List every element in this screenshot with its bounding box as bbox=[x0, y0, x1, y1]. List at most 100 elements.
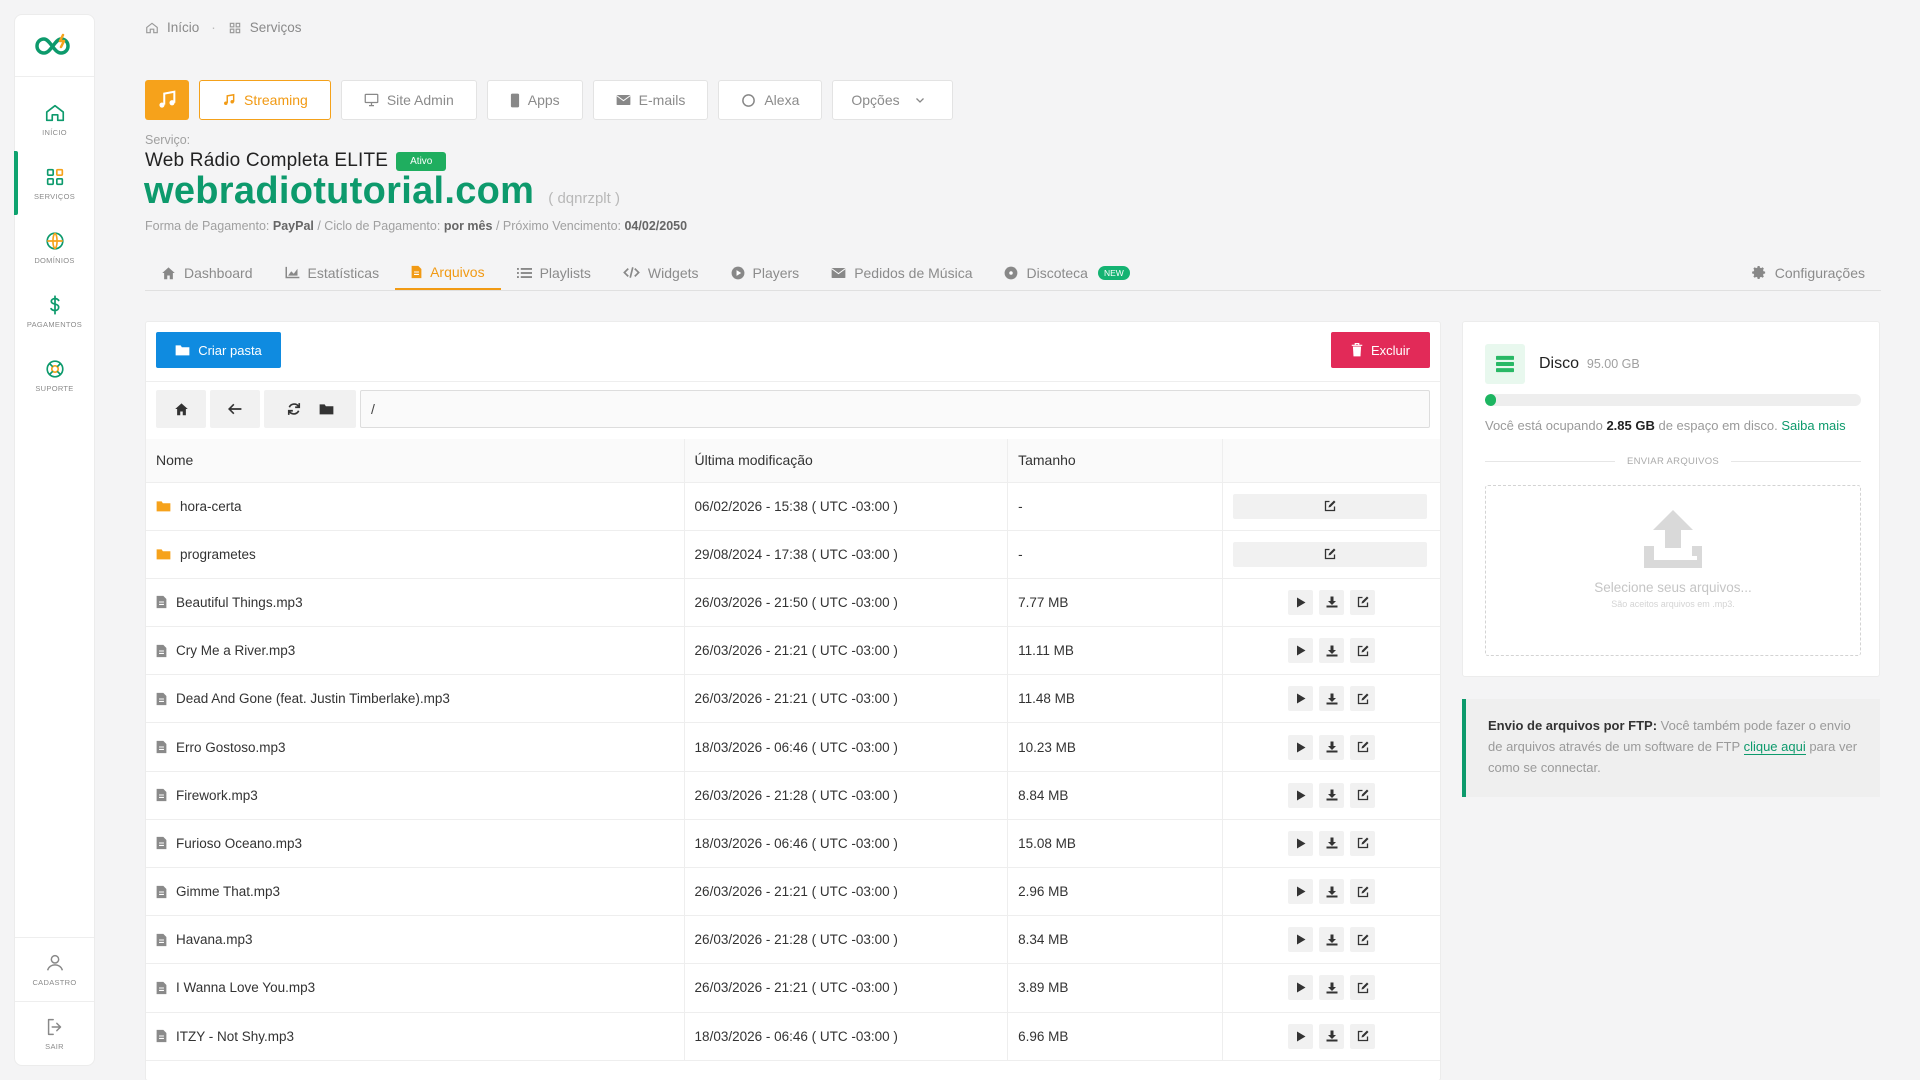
delete-button[interactable]: Excluir bbox=[1331, 332, 1430, 368]
table-row[interactable]: Havana.mp3 26/03/2026 - 21:28 ( UTC -03:0… bbox=[146, 915, 1440, 965]
play-button[interactable] bbox=[1288, 830, 1314, 856]
home-folder-button[interactable] bbox=[156, 390, 206, 428]
file-name-cell[interactable]: Havana.mp3 bbox=[146, 915, 685, 965]
refresh-icon[interactable] bbox=[287, 402, 301, 416]
edit-button[interactable] bbox=[1350, 734, 1376, 760]
back-button[interactable] bbox=[210, 390, 260, 428]
play-button[interactable] bbox=[1288, 927, 1314, 953]
file-name-cell[interactable]: Beautiful Things.mp3 bbox=[146, 578, 685, 628]
edit-button[interactable] bbox=[1350, 975, 1376, 1001]
play-button[interactable] bbox=[1288, 879, 1314, 905]
streaming-button[interactable]: Streaming bbox=[199, 80, 331, 120]
play-button[interactable] bbox=[1288, 638, 1314, 664]
file-name-cell[interactable]: Furioso Oceano.mp3 bbox=[146, 819, 685, 869]
create-folder-button[interactable]: Criar pasta bbox=[156, 332, 281, 368]
breadcrumb-home[interactable]: Início bbox=[167, 20, 199, 35]
emails-button[interactable]: E-mails bbox=[592, 80, 709, 120]
play-button[interactable] bbox=[1288, 975, 1314, 1001]
sidebar-item-label: SAIR bbox=[45, 1042, 64, 1051]
table-row[interactable]: ITZY - Not Shy.mp3 18/03/2026 - 06:46 ( U… bbox=[146, 1012, 1440, 1061]
file-name-cell[interactable]: hora-certa bbox=[146, 482, 685, 531]
play-button[interactable] bbox=[1288, 1023, 1314, 1049]
download-button[interactable] bbox=[1319, 879, 1345, 905]
play-button[interactable] bbox=[1288, 782, 1314, 808]
table-row[interactable]: programetes 29/08/2024 - 17:38 ( UTC -03:… bbox=[146, 530, 1440, 579]
table-row[interactable]: Firework.mp3 26/03/2026 - 21:28 ( UTC -03… bbox=[146, 771, 1440, 820]
download-button[interactable] bbox=[1319, 927, 1345, 953]
site-admin-button[interactable]: Site Admin bbox=[340, 80, 477, 120]
edit-button[interactable] bbox=[1350, 927, 1376, 953]
table-row[interactable]: Gimme That.mp3 26/03/2026 - 21:21 ( UTC -… bbox=[146, 867, 1440, 917]
folder-icon[interactable] bbox=[319, 403, 334, 415]
tab-configuracoes[interactable]: Configurações bbox=[1736, 255, 1881, 290]
tab-playlists[interactable]: Playlists bbox=[501, 255, 607, 290]
table-row[interactable]: Dead And Gone (feat. Justin Timberlake).… bbox=[146, 674, 1440, 724]
download-button[interactable] bbox=[1319, 734, 1345, 760]
download-button[interactable] bbox=[1319, 782, 1345, 808]
download-button[interactable] bbox=[1319, 638, 1345, 664]
sidebar-item-sair[interactable]: SAIR bbox=[15, 1001, 94, 1065]
edit-button[interactable] bbox=[1233, 493, 1428, 519]
table-row[interactable]: I Wanna Love You.mp3 26/03/2026 - 21:21 (… bbox=[146, 963, 1440, 1013]
sidebar-item-pagamentos[interactable]: PAGAMENTOS bbox=[15, 279, 94, 343]
tab-discoteca[interactable]: Discoteca NEW bbox=[988, 255, 1145, 290]
edit-button[interactable] bbox=[1350, 1023, 1376, 1049]
file-name-cell[interactable]: ITZY - Not Shy.mp3 bbox=[146, 1012, 685, 1061]
table-row[interactable]: hora-certa 06/02/2026 - 15:38 ( UTC -03:0… bbox=[146, 482, 1440, 531]
music-icon-button[interactable] bbox=[145, 80, 189, 120]
download-button[interactable] bbox=[1319, 589, 1345, 615]
tab-dashboard[interactable]: Dashboard bbox=[145, 255, 269, 290]
apps-button[interactable]: Apps bbox=[486, 80, 583, 120]
file-name-cell[interactable]: programetes bbox=[146, 530, 685, 579]
download-button[interactable] bbox=[1319, 686, 1345, 712]
table-row[interactable]: Beautiful Things.mp3 26/03/2026 - 21:50 (… bbox=[146, 578, 1440, 628]
sidebar-item-dominios[interactable]: DOMÍNIOS bbox=[15, 215, 94, 279]
sidebar-item-servicos[interactable]: SERVIÇOS bbox=[14, 151, 94, 215]
file-name-cell[interactable]: Gimme That.mp3 bbox=[146, 867, 685, 917]
trash-icon bbox=[1351, 343, 1363, 357]
sidebar-item-inicio[interactable]: INÍCIO bbox=[15, 87, 94, 151]
column-header-modified[interactable]: Última modificação bbox=[684, 439, 1009, 483]
upload-dropzone[interactable]: Selecione seus arquivos... São aceitos a… bbox=[1485, 485, 1861, 656]
play-button[interactable] bbox=[1288, 734, 1314, 760]
edit-button[interactable] bbox=[1350, 830, 1376, 856]
table-row[interactable]: Furioso Oceano.mp3 18/03/2026 - 06:46 ( U… bbox=[146, 819, 1440, 869]
column-header-name[interactable]: Nome bbox=[146, 439, 685, 483]
brand-logo[interactable] bbox=[15, 15, 94, 77]
edit-button[interactable] bbox=[1350, 589, 1376, 615]
ftp-help-link[interactable]: clique aqui bbox=[1743, 739, 1806, 755]
breadcrumb-current[interactable]: Serviços bbox=[250, 20, 302, 35]
edit-button[interactable] bbox=[1350, 782, 1376, 808]
tab-estatisticas[interactable]: Estatísticas bbox=[269, 255, 396, 290]
edit-button[interactable] bbox=[1350, 879, 1376, 905]
edit-button[interactable] bbox=[1350, 638, 1376, 664]
download-button[interactable] bbox=[1319, 1023, 1345, 1049]
play-button[interactable] bbox=[1288, 686, 1314, 712]
alexa-button[interactable]: Alexa bbox=[718, 80, 823, 120]
tab-pedidos-de-musica[interactable]: Pedidos de Música bbox=[815, 255, 988, 290]
table-row[interactable]: Cry Me a River.mp3 26/03/2026 - 21:21 ( U… bbox=[146, 626, 1440, 676]
file-name-cell[interactable]: Firework.mp3 bbox=[146, 771, 685, 820]
file-name-cell[interactable]: I Wanna Love You.mp3 bbox=[146, 963, 685, 1013]
path-input[interactable]: / bbox=[360, 390, 1430, 428]
tab-widgets[interactable]: Widgets bbox=[607, 255, 715, 290]
payment-value: PayPal bbox=[272, 219, 314, 233]
play-button[interactable] bbox=[1288, 589, 1314, 615]
tab-label: Widgets bbox=[647, 264, 699, 281]
column-header-size[interactable]: Tamanho bbox=[1007, 439, 1224, 483]
table-row[interactable]: Erro Gostoso.mp3 18/03/2026 - 06:46 ( UTC… bbox=[146, 722, 1440, 772]
file-name-cell[interactable]: Dead And Gone (feat. Justin Timberlake).… bbox=[146, 674, 685, 724]
sidebar-item-cadastro[interactable]: CADASTRO bbox=[15, 937, 94, 1001]
download-button[interactable] bbox=[1319, 830, 1345, 856]
edit-button[interactable] bbox=[1350, 686, 1376, 712]
download-button[interactable] bbox=[1319, 975, 1345, 1001]
learn-more-link[interactable]: Saiba mais bbox=[1781, 418, 1845, 433]
file-name-cell[interactable]: Erro Gostoso.mp3 bbox=[146, 722, 685, 772]
tab-arquivos[interactable]: Arquivos bbox=[395, 255, 501, 290]
tab-players[interactable]: Players bbox=[715, 255, 816, 290]
sidebar-item-suporte[interactable]: SUPORTE bbox=[15, 343, 94, 407]
edit-button[interactable] bbox=[1233, 541, 1428, 567]
options-dropdown[interactable]: Opções bbox=[832, 80, 953, 120]
disk-usage-prefix: Você está ocupando bbox=[1485, 418, 1607, 433]
file-name-cell[interactable]: Cry Me a River.mp3 bbox=[146, 626, 685, 676]
